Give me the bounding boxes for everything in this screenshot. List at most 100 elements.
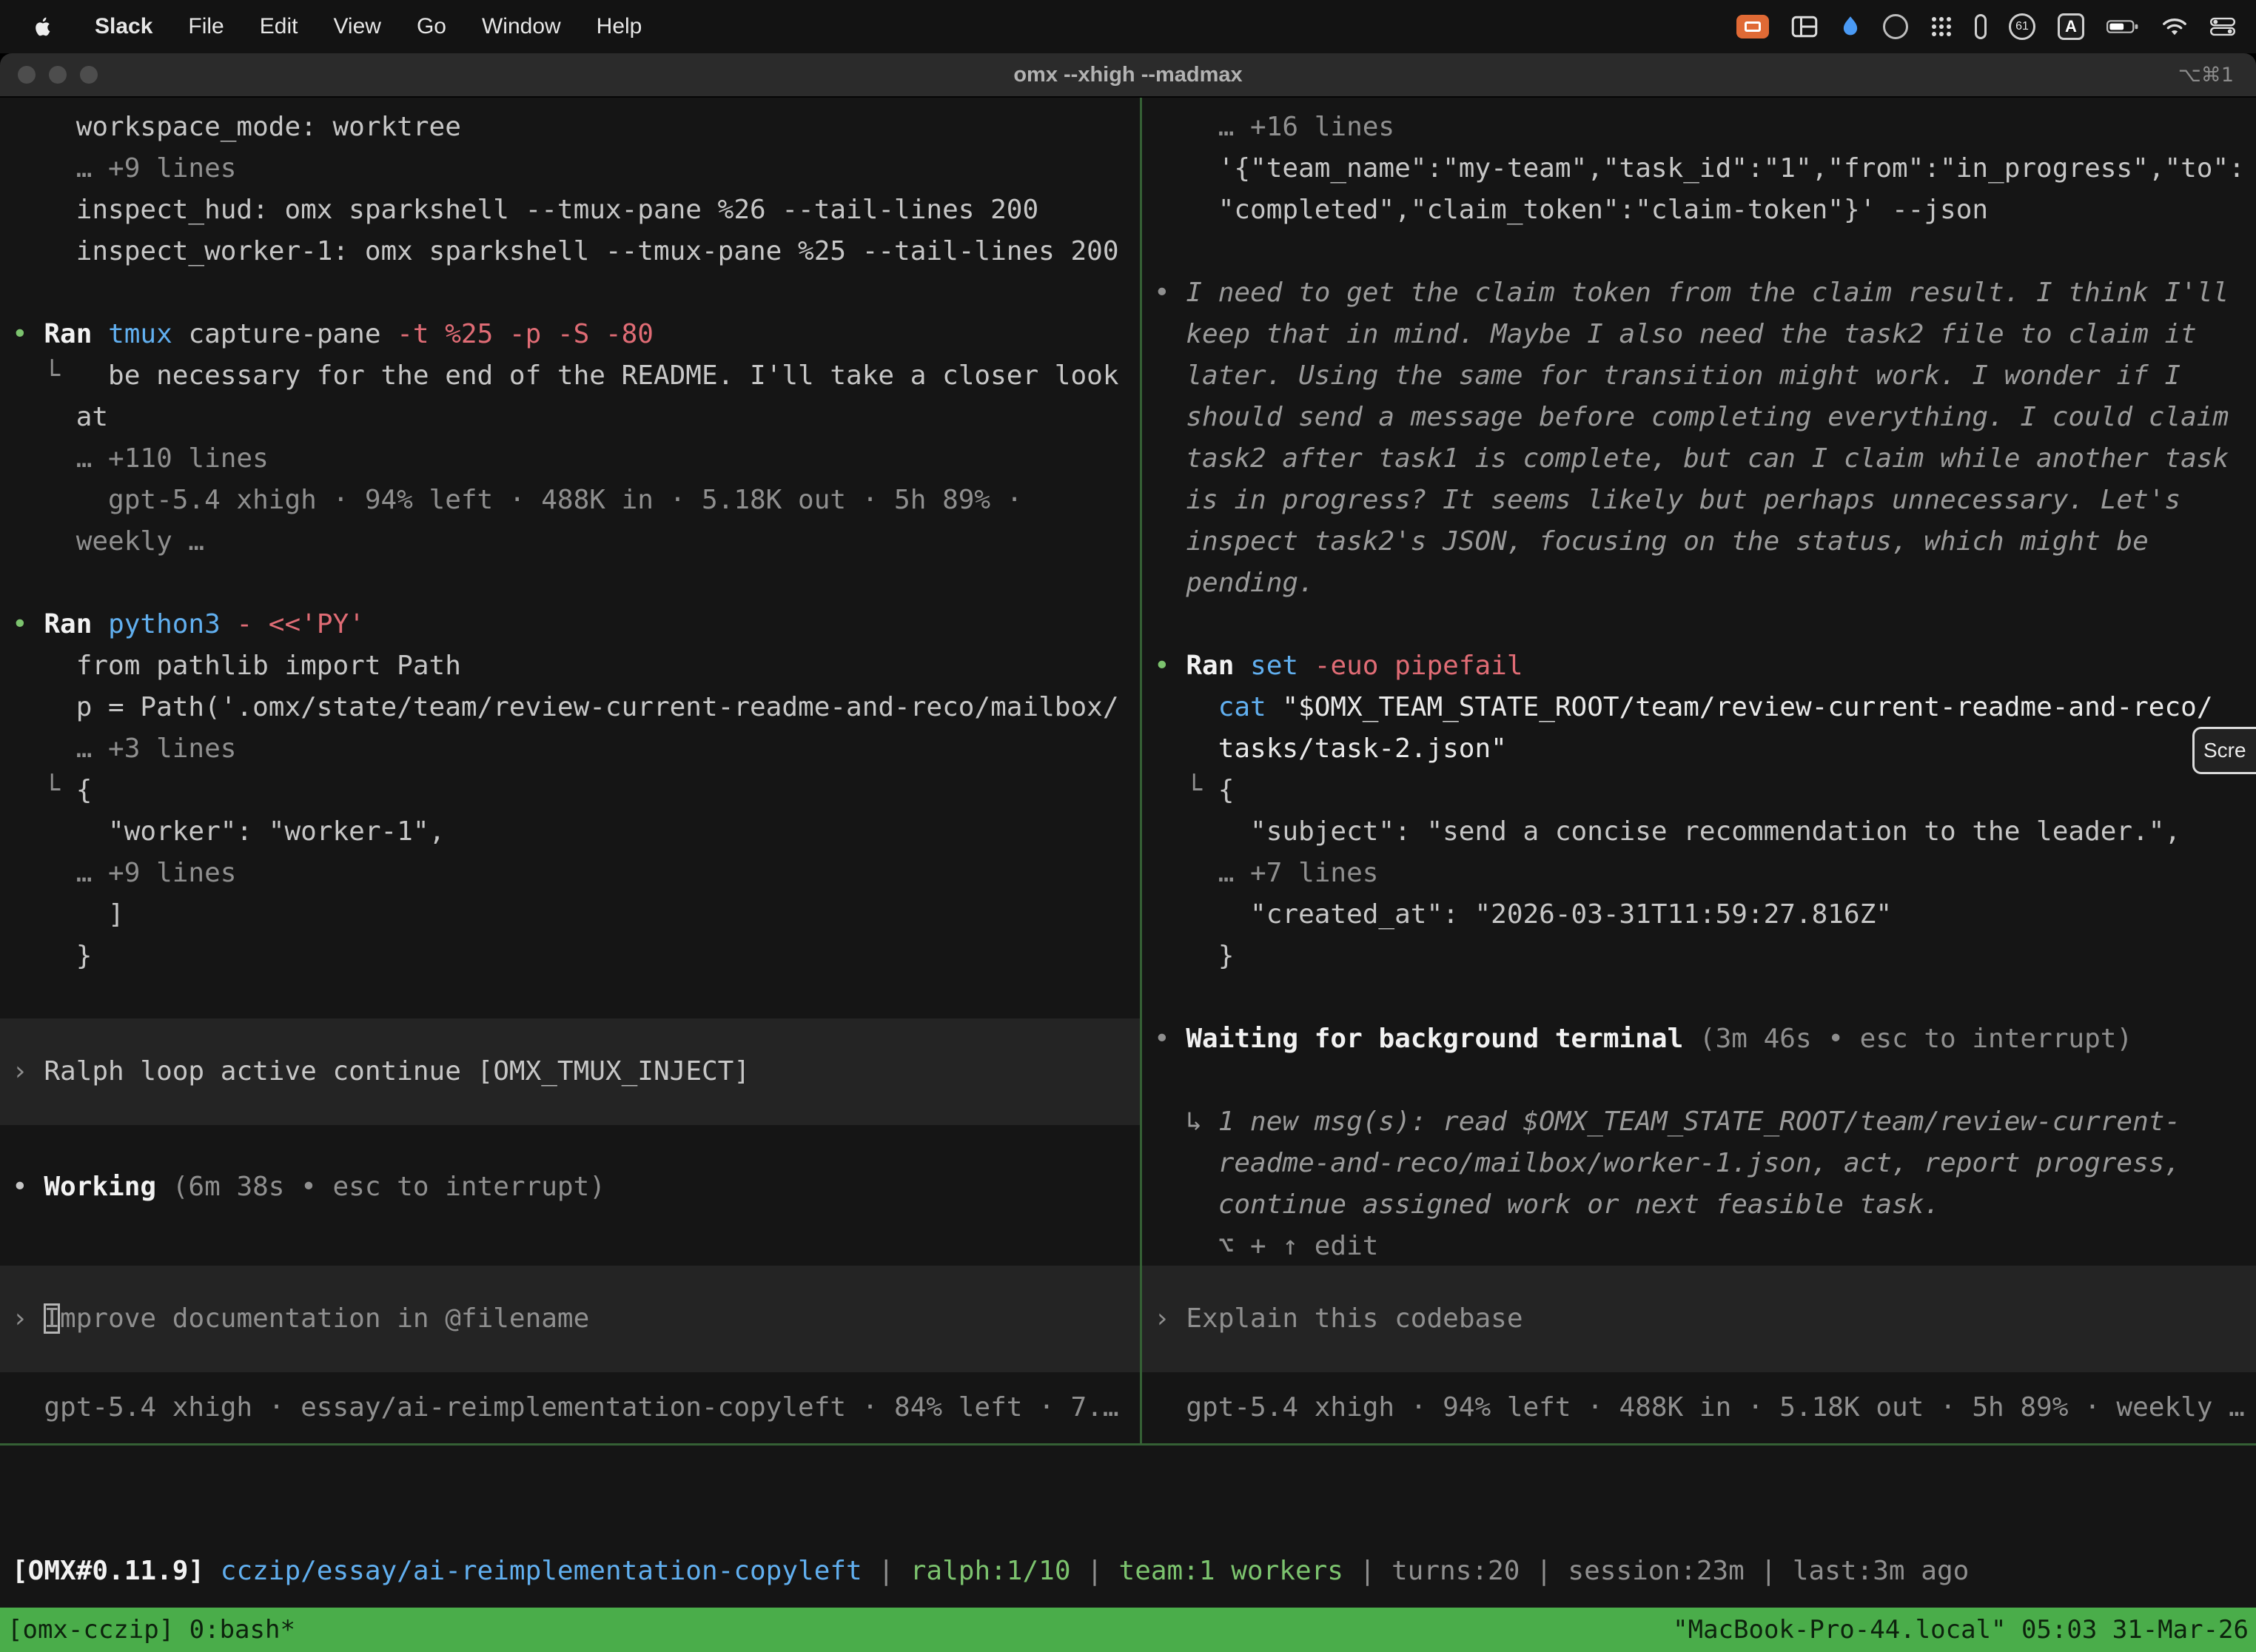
tmux-status-bar: [omx-cczip] 0:bash* "MacBook-Pro-44.loca… xyxy=(0,1608,2256,1652)
terminal-line xyxy=(1142,977,2256,1018)
control-center-icon[interactable] xyxy=(2210,16,2235,37)
terminal-line: p = Path('.omx/state/team/review-current… xyxy=(0,687,1140,728)
menu-edit[interactable]: Edit xyxy=(242,14,316,39)
prompt-chevron: › xyxy=(12,1303,44,1334)
terminal-line: workspace_mode: worktree xyxy=(0,107,1140,148)
terminal-line: … +9 lines xyxy=(0,853,1140,894)
terminal-line: • Ran set -euo pipefail xyxy=(1142,645,2256,687)
terminal-line: inspect_worker-1: omx sparkshell --tmux-… xyxy=(0,231,1140,272)
apple-menu-icon[interactable] xyxy=(21,15,65,38)
terminal-line xyxy=(0,977,1140,1018)
terminal-line: from pathlib import Path xyxy=(0,645,1140,687)
terminal-line: gpt-5.4 xhigh · 94% left · 488K in · 5.1… xyxy=(0,480,1140,521)
terminal-line: tasks/task-2.json" xyxy=(1142,728,2256,770)
menu-view[interactable]: View xyxy=(315,14,398,39)
terminal-line: … +9 lines xyxy=(0,148,1140,189)
menu-bar: Slack File Edit View Go Window Help 61 A xyxy=(0,0,2256,53)
injected-notice-line: › Ralph loop active continue [OMX_TMUX_I… xyxy=(0,1018,1140,1125)
last-activity: last:3m ago xyxy=(1793,1556,1969,1586)
separator: | xyxy=(1520,1556,1568,1586)
terminal-scrollback-left: workspace_mode: worktree … +9 lines insp… xyxy=(0,98,1140,1266)
terminal-line: inspect task2's JSON, focusing on the st… xyxy=(1142,521,2256,563)
terminal-line: └ { xyxy=(0,770,1140,811)
terminal-line: at xyxy=(0,397,1140,438)
battery-gauge-icon[interactable]: 61 xyxy=(2009,13,2035,40)
separator: | xyxy=(1745,1556,1793,1586)
terminal-line: '{"team_name":"my-team","task_id":"1","f… xyxy=(1142,148,2256,189)
battery-icon[interactable] xyxy=(2106,19,2139,35)
terminal-line: readme-and-reco/mailbox/worker-1.json, a… xyxy=(1142,1143,2256,1184)
terminal-line: "worker": "worker-1", xyxy=(0,811,1140,853)
project-path: cczip/essay/ai-reimplementation-copyleft xyxy=(221,1556,862,1586)
terminal-line: cat "$OMX_TEAM_STATE_ROOT/team/review-cu… xyxy=(1142,687,2256,728)
terminal-line xyxy=(1142,1060,2256,1101)
dark-app-icon[interactable] xyxy=(1883,14,1908,39)
terminal-line: … +110 lines xyxy=(0,438,1140,480)
menu-go[interactable]: Go xyxy=(399,14,464,39)
window-title: omx --xhigh --madmax xyxy=(0,63,2256,87)
pill-icon[interactable] xyxy=(1975,14,1987,39)
terminal-line xyxy=(0,1125,1140,1166)
team-workers-count: team:1 workers xyxy=(1119,1556,1343,1586)
tmux-session-window[interactable]: [omx-cczip] 0:bash* xyxy=(7,1615,295,1645)
macos-screen: Slack File Edit View Go Window Help 61 A xyxy=(0,0,2256,1652)
terminal-line: continue assigned work or next feasible … xyxy=(1142,1184,2256,1226)
terminal-line xyxy=(1142,604,2256,645)
terminal-line: later. Using the same for transition mig… xyxy=(1142,355,2256,397)
tmux-pane-left[interactable]: workspace_mode: worktree … +9 lines insp… xyxy=(0,98,1140,1443)
separator: | xyxy=(862,1556,910,1586)
terminal-line: } xyxy=(1142,936,2256,977)
screen-recording-icon[interactable] xyxy=(1736,15,1769,38)
terminal-line: … +3 lines xyxy=(0,728,1140,770)
menu-file[interactable]: File xyxy=(170,14,241,39)
terminal-line: └ be necessary for the end of the README… xyxy=(0,355,1140,397)
terminal-line: "subject": "send a concise recommendatio… xyxy=(1142,811,2256,853)
terminal-line: keep that in mind. Maybe I also need the… xyxy=(1142,314,2256,355)
terminal-line: "completed","claim_token":"claim-token"}… xyxy=(1142,189,2256,231)
terminal-line: … +7 lines xyxy=(1142,853,2256,894)
menu-help[interactable]: Help xyxy=(579,14,660,39)
input-source-icon[interactable]: A xyxy=(2058,13,2084,40)
omx-status-line: [OMX#0.11.9] cczip/essay/ai-reimplementa… xyxy=(12,1551,2256,1592)
prompt-placeholder: Explain this codebase xyxy=(1186,1303,1523,1334)
terminal-line: } xyxy=(0,936,1140,977)
terminal-line: inspect_hud: omx sparkshell --tmux-pane … xyxy=(0,189,1140,231)
terminal-line: • Ran tmux capture-pane -t %25 -p -S -80 xyxy=(0,314,1140,355)
drop-icon[interactable] xyxy=(1840,15,1861,38)
menu-app-slack[interactable]: Slack xyxy=(77,14,170,39)
tmux-pane-right[interactable]: … +16 lines '{"team_name":"my-team","tas… xyxy=(1142,98,2256,1443)
terminal-line: task2 after task1 is complete, but can I… xyxy=(1142,438,2256,480)
prompt-placeholder: mprove documentation in @filename xyxy=(60,1303,589,1334)
input-source-label: A xyxy=(2065,17,2077,36)
window-shortcut-hint: ⌥⌘1 xyxy=(2178,64,2256,87)
terminal-line: ] xyxy=(0,894,1140,936)
screen-share-overlay[interactable]: Scre xyxy=(2192,727,2256,774)
text-cursor: I xyxy=(44,1303,60,1334)
prompt-input-left[interactable]: › Improve documentation in @filename xyxy=(0,1266,1140,1372)
terminal-line: pending. xyxy=(1142,563,2256,604)
zoom-button[interactable] xyxy=(80,66,98,84)
model-status-left: gpt-5.4 xhigh · essay/ai-reimplementatio… xyxy=(0,1387,1140,1428)
ralph-counter: ralph:1/10 xyxy=(910,1556,1071,1586)
wifi-icon[interactable] xyxy=(2161,16,2188,37)
session-duration: session:23m xyxy=(1568,1556,1744,1586)
terminal-line: is in progress? It seems likely but perh… xyxy=(1142,480,2256,521)
terminal-line xyxy=(0,563,1140,604)
prompt-chevron: › xyxy=(1154,1303,1186,1334)
turns-counter: turns:20 xyxy=(1391,1556,1520,1586)
apps-grid-icon[interactable] xyxy=(1930,16,1953,38)
menu-window[interactable]: Window xyxy=(464,14,579,39)
close-button[interactable] xyxy=(18,66,36,84)
terminal-line: should send a message before completing … xyxy=(1142,397,2256,438)
terminal-line xyxy=(1142,231,2256,272)
terminal-line: • Ran python3 - <<'PY' xyxy=(0,604,1140,645)
minimize-button[interactable] xyxy=(49,66,67,84)
terminal-line: ⌥ + ↑ edit xyxy=(1142,1226,2256,1266)
prompt-input-right[interactable]: › Explain this codebase xyxy=(1142,1266,2256,1372)
tmux-host-clock: "MacBook-Pro-44.local" 05:03 31-Mar-26 xyxy=(1673,1615,2249,1645)
monitor-glyph xyxy=(1745,21,1761,32)
terminal-line: weekly … xyxy=(0,521,1140,563)
window-grid-icon[interactable] xyxy=(1791,16,1818,38)
terminal-line: "created_at": "2026-03-31T11:59:27.816Z" xyxy=(1142,894,2256,936)
window-title-bar: omx --xhigh --madmax ⌥⌘1 xyxy=(0,53,2256,98)
